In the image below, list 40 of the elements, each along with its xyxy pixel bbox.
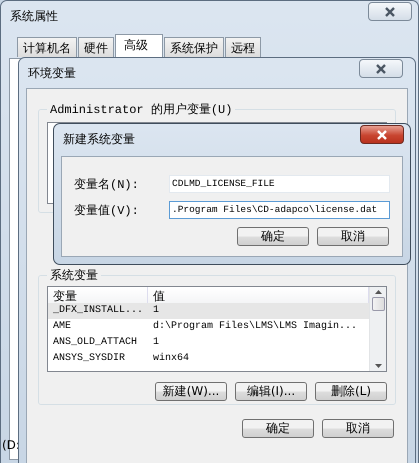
tab[interactable]: 系统保护: [164, 37, 224, 57]
group-label: Administrator 的用户变量(U): [49, 102, 234, 118]
window-title: 新建系统变量: [63, 131, 135, 148]
table-cell[interactable]: d:\Program Files\LMS\LMS Imagin...: [148, 319, 369, 335]
field-label: 变量值(V):: [74, 202, 140, 218]
tab[interactable]: 远程: [225, 37, 261, 57]
table-cell[interactable]: 1: [148, 303, 369, 319]
table-cell[interactable]: ANSYS_SYSDIR: [48, 351, 148, 367]
table-cell[interactable]: _DFX_INSTALL...: [48, 303, 148, 319]
window-title: 系统属性: [10, 8, 58, 25]
close-button[interactable]: [359, 59, 403, 78]
table-cell[interactable]: ANS_OLD_ATTACH: [48, 335, 148, 351]
table-cell[interactable]: 1: [148, 335, 369, 351]
input-field[interactable]: CDLMD_LICENSE_FILE: [169, 175, 390, 193]
input-field[interactable]: .Program Files\CD-adapco\license.dat: [169, 201, 390, 219]
scroll-thumb[interactable]: [372, 297, 384, 311]
action-button[interactable]: 新建(W)...: [155, 382, 227, 401]
dialog-button[interactable]: 取消: [322, 419, 394, 438]
table-cell[interactable]: winx64: [148, 351, 369, 367]
dialog-button[interactable]: 确定: [237, 227, 309, 246]
scrollbar[interactable]: [369, 287, 386, 371]
tab[interactable]: 高级: [115, 34, 163, 57]
close-button[interactable]: [360, 125, 404, 144]
group-label: 系统变量: [49, 267, 99, 284]
close-icon: [375, 64, 387, 74]
scroll-down-icon[interactable]: [374, 364, 382, 368]
tab[interactable]: 计算机名: [17, 37, 77, 57]
close-icon: [384, 6, 396, 16]
scroll-up-icon[interactable]: [374, 290, 382, 294]
drive-label: (D:: [2, 438, 20, 452]
action-button[interactable]: 删除(L): [315, 382, 387, 401]
field-label: 变量名(N):: [74, 176, 140, 192]
close-button[interactable]: [368, 2, 412, 21]
close-icon: [376, 130, 388, 140]
action-button[interactable]: 编辑(I)...: [235, 382, 307, 401]
tab[interactable]: 硬件: [78, 37, 114, 57]
dialog-button[interactable]: 取消: [317, 227, 389, 246]
table-cell[interactable]: AME: [48, 319, 148, 335]
dialog-button[interactable]: 确定: [242, 419, 314, 438]
window-title: 环境变量: [28, 65, 76, 82]
